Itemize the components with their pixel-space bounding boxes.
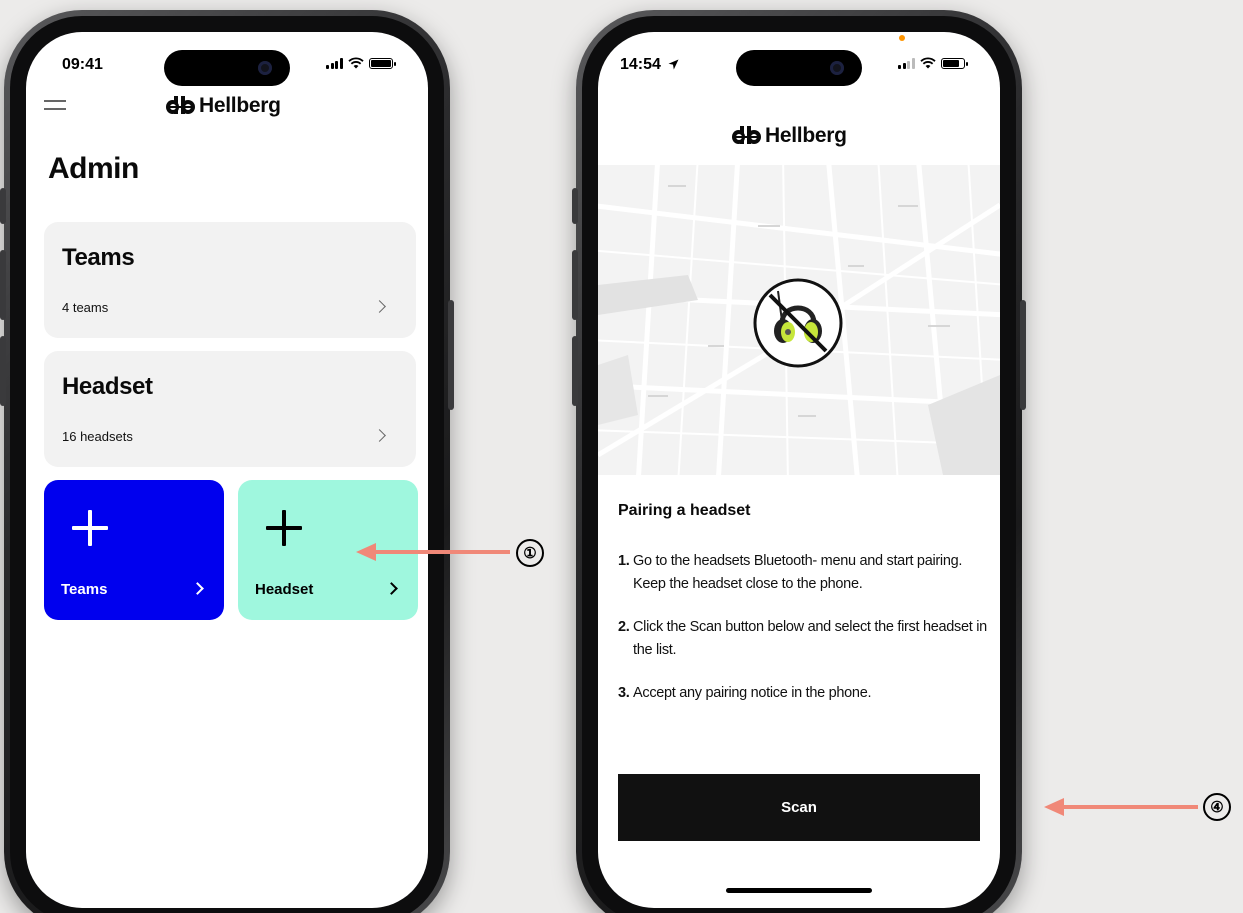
annotation-arrow-1 bbox=[356, 543, 510, 561]
home-indicator[interactable] bbox=[726, 888, 872, 893]
cellular-signal-icon bbox=[898, 57, 915, 69]
status-icons bbox=[326, 57, 396, 69]
pairing-step: 2. Click the Scan button below and selec… bbox=[618, 616, 988, 662]
volume-up-button bbox=[0, 250, 6, 320]
privacy-indicator-icon bbox=[899, 35, 905, 41]
wifi-icon bbox=[347, 57, 364, 69]
chevron-right-icon bbox=[373, 429, 386, 442]
annotation-badge-1: ① bbox=[516, 539, 544, 567]
add-team-label: Teams bbox=[61, 581, 108, 598]
step-text: Go to the headsets Bluetooth- menu and s… bbox=[633, 553, 963, 592]
silent-switch bbox=[0, 188, 6, 224]
teams-card-count: 4 teams bbox=[62, 300, 109, 315]
hellberg-logo: Hellberg bbox=[166, 94, 281, 118]
dynamic-island bbox=[736, 50, 862, 86]
silent-switch bbox=[572, 188, 578, 224]
camera-icon bbox=[830, 61, 844, 75]
step-text: Click the Scan button below and select t… bbox=[633, 619, 987, 658]
annotation-arrow-4 bbox=[1044, 798, 1198, 816]
teams-card-title: Teams bbox=[62, 244, 135, 271]
no-headset-icon bbox=[753, 278, 843, 368]
headset-card-title: Headset bbox=[62, 373, 153, 400]
chevron-right-icon bbox=[385, 582, 398, 595]
scan-button[interactable]: Scan bbox=[618, 774, 980, 841]
add-team-tile[interactable]: Teams bbox=[44, 480, 224, 620]
hellberg-mark-icon bbox=[732, 126, 761, 144]
plus-icon bbox=[72, 510, 108, 546]
plus-icon bbox=[266, 510, 302, 546]
phone-admin: 09:41 Hellberg Admin Teams 4 teams Heads… bbox=[0, 10, 454, 913]
step-number: 2. bbox=[618, 619, 630, 635]
cellular-signal-icon bbox=[326, 57, 343, 69]
battery-icon bbox=[940, 57, 968, 69]
page-title: Admin bbox=[48, 152, 139, 185]
pairing-step: 3. Accept any pairing notice in the phon… bbox=[618, 682, 988, 705]
admin-screen: 09:41 Hellberg Admin Teams 4 teams Heads… bbox=[26, 32, 428, 908]
phone-pairing: 14:54 Hellberg Pairing a headset 1. Go t… bbox=[572, 10, 1026, 913]
add-headset-label: Headset bbox=[255, 581, 314, 598]
logo-text: Hellberg bbox=[199, 94, 281, 117]
volume-down-button bbox=[572, 336, 578, 406]
step-number: 1. bbox=[618, 553, 630, 569]
power-button bbox=[448, 300, 454, 410]
status-time-text: 14:54 bbox=[620, 56, 661, 73]
status-time: 09:41 bbox=[62, 56, 103, 73]
chevron-right-icon bbox=[373, 300, 386, 313]
step-text: Accept any pairing notice in the phone. bbox=[633, 685, 872, 701]
hellberg-mark-icon bbox=[166, 96, 195, 114]
pairing-screen: 14:54 Hellberg Pairing a headset 1. Go t… bbox=[598, 32, 1000, 908]
annotation-badge-4: ④ bbox=[1203, 793, 1231, 821]
headset-card[interactable]: Headset 16 headsets bbox=[44, 351, 416, 467]
location-arrow-icon bbox=[668, 59, 679, 70]
hellberg-logo: Hellberg bbox=[732, 124, 847, 148]
power-button bbox=[1020, 300, 1026, 410]
battery-icon bbox=[368, 57, 396, 69]
pairing-steps: 1. Go to the headsets Bluetooth- menu an… bbox=[618, 550, 988, 725]
volume-up-button bbox=[572, 250, 578, 320]
menu-icon[interactable] bbox=[44, 100, 66, 110]
volume-down-button bbox=[0, 336, 6, 406]
headset-card-count: 16 headsets bbox=[62, 429, 133, 444]
pairing-step: 1. Go to the headsets Bluetooth- menu an… bbox=[618, 550, 988, 596]
map-view[interactable] bbox=[598, 165, 1000, 475]
status-icons bbox=[898, 57, 968, 69]
pairing-title: Pairing a headset bbox=[618, 502, 751, 519]
teams-card[interactable]: Teams 4 teams bbox=[44, 222, 416, 338]
status-time: 14:54 bbox=[620, 56, 679, 74]
chevron-right-icon bbox=[191, 582, 204, 595]
step-number: 3. bbox=[618, 685, 630, 701]
dynamic-island bbox=[164, 50, 290, 86]
logo-text: Hellberg bbox=[765, 124, 847, 147]
wifi-icon bbox=[919, 57, 936, 69]
camera-icon bbox=[258, 61, 272, 75]
